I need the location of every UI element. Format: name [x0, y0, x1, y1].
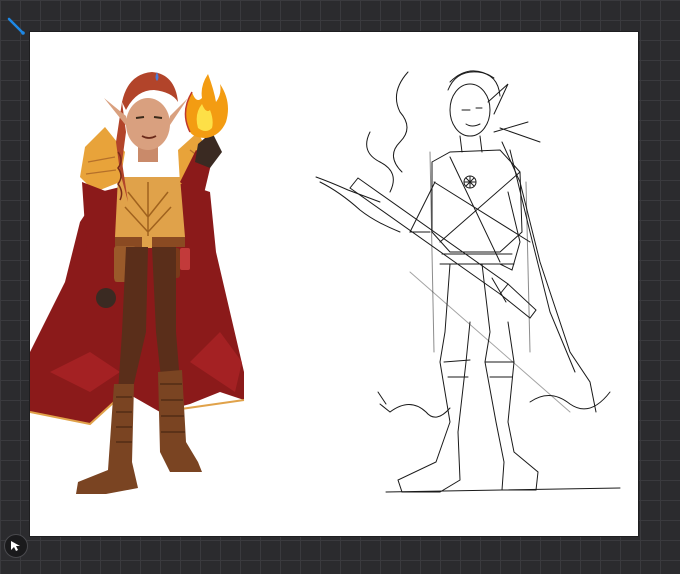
pencil-sketch [315, 70, 621, 493]
colored-character-illustration [30, 72, 245, 494]
drawing-canvas[interactable] [30, 32, 638, 536]
arrow-cursor-icon [11, 541, 20, 551]
modify-tool-button[interactable] [4, 534, 28, 558]
active-brush-icon[interactable] [4, 14, 28, 38]
workspace [0, 0, 680, 574]
